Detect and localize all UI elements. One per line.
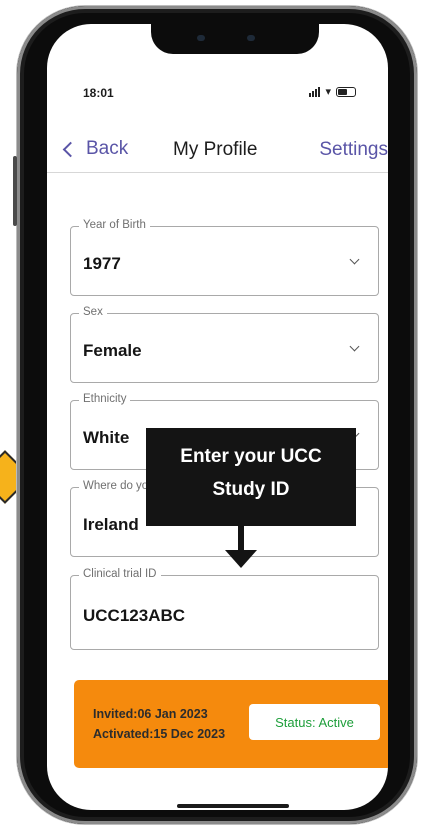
invited-date: Invited:06 Jan 2023: [93, 707, 208, 721]
page-title: My Profile: [173, 139, 258, 160]
back-button[interactable]: Back: [62, 138, 129, 160]
sex-select[interactable]: Sex Female: [70, 306, 379, 383]
battery-icon: [336, 87, 356, 97]
arrow-down-icon: [225, 550, 257, 568]
field-value: UCC123ABC: [83, 606, 186, 625]
status-badge: Status: Active: [249, 704, 380, 740]
field-value: Ireland: [83, 515, 139, 534]
field-label: Ethnicity: [79, 393, 131, 405]
activated-date: Activated:15 Dec 2023: [93, 727, 226, 741]
callout-line-1: Enter your UCC: [180, 446, 322, 467]
field-label: Year of Birth: [79, 219, 150, 231]
callout-arrow-shaft: [238, 526, 244, 552]
field-label: Clinical trial ID: [79, 568, 161, 580]
chevron-left-icon: [62, 141, 79, 157]
wifi-icon: ▾: [325, 86, 331, 98]
status-card: Invited:06 Jan 2023 Activated:15 Dec 202…: [74, 680, 388, 768]
status-time: 18:01: [83, 86, 114, 100]
phone-frame: 18:01 ▾ Back My Profile Settings Year of…: [13, 6, 417, 824]
field-value: Female: [83, 341, 142, 360]
back-label: Back: [86, 138, 129, 159]
study-id-callout: Enter your UCC Study ID: [146, 428, 356, 526]
field-value: White: [83, 428, 130, 447]
field-label: Sex: [79, 306, 107, 318]
status-icons: ▾: [309, 86, 356, 98]
clinical-trial-id-field[interactable]: Clinical trial ID UCC123ABC: [70, 568, 379, 650]
status-bar: 18:01 ▾: [47, 84, 388, 104]
year-of-birth-select[interactable]: Year of Birth 1977: [70, 219, 379, 296]
callout-line-2: Study ID: [212, 479, 290, 500]
signal-icon: [309, 87, 321, 97]
camera-notch: [151, 24, 319, 54]
navigation-bar: Back My Profile Settings: [47, 132, 388, 173]
settings-button[interactable]: Settings: [319, 139, 388, 161]
field-value: 1977: [83, 254, 121, 273]
chevron-down-icon: [349, 341, 360, 352]
home-indicator[interactable]: [177, 804, 289, 808]
phone-screen: 18:01 ▾ Back My Profile Settings Year of…: [47, 24, 388, 810]
chevron-down-icon: [349, 254, 360, 265]
